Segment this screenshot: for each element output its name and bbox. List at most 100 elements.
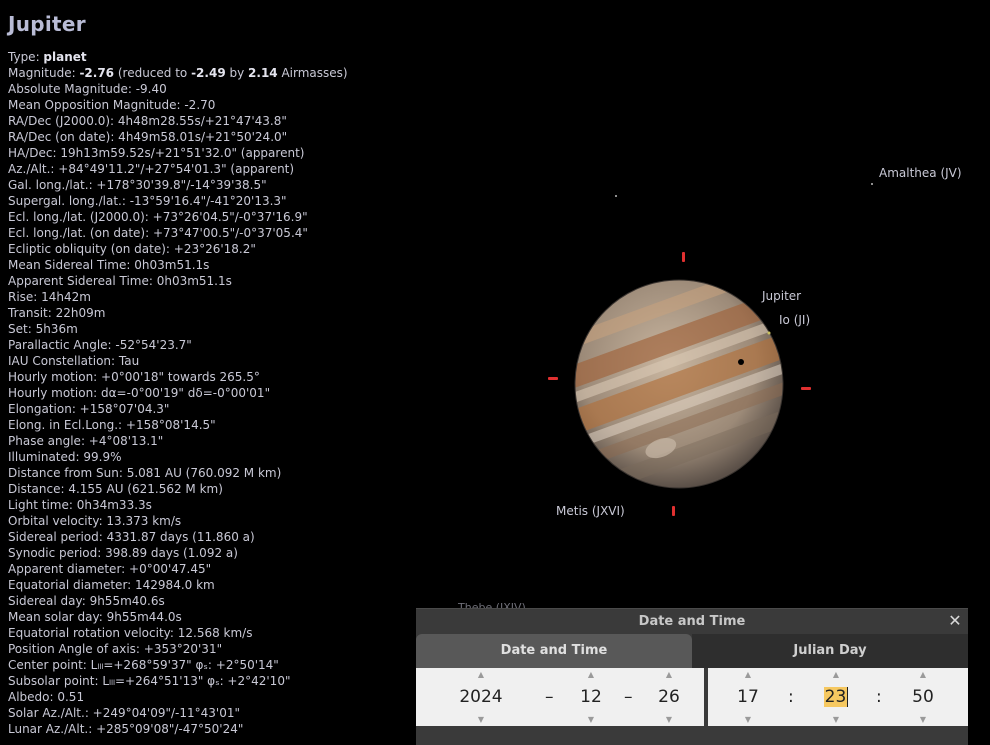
info-key: Mean solar day: 9h55m44.0s: [8, 610, 182, 624]
info-key: Phase angle: +4°08'13.1": [8, 434, 164, 448]
year-value[interactable]: 2024: [456, 687, 506, 707]
date-separator: –: [545, 687, 554, 707]
info-line: Rise: 14h42m: [8, 289, 348, 305]
info-key: Elong. in Ecl.Long.: +158°08'14.5": [8, 418, 216, 432]
info-key: Absolute Magnitude: -9.40: [8, 82, 167, 96]
info-line: Ecl. long./lat. (on date): +73°47'00.5"/…: [8, 225, 348, 241]
hour-spinbox[interactable]: ▲ 17 ▼: [723, 668, 773, 726]
info-value: -2.76: [79, 66, 115, 80]
info-line: Sidereal period: 4331.87 days (11.860 a): [8, 529, 348, 545]
info-line: Supergal. long./lat.: -13°59'16.4"/-41°2…: [8, 193, 348, 209]
io-point[interactable]: [767, 331, 771, 335]
chevron-down-icon[interactable]: ▼: [456, 715, 506, 725]
chevron-up-icon[interactable]: ▲: [898, 670, 948, 680]
info-line: IAU Constellation: Tau: [8, 353, 348, 369]
day-spinbox[interactable]: ▲ 26 ▼: [644, 668, 694, 726]
info-key: Type:: [8, 50, 44, 64]
chevron-down-icon[interactable]: ▼: [566, 715, 616, 725]
info-line: Lunar Az./Alt.: +285°09'08"/-47°50'24": [8, 721, 348, 737]
chevron-down-icon[interactable]: ▼: [723, 715, 773, 725]
chevron-up-icon[interactable]: ▲: [723, 670, 773, 680]
info-key: Rise: 14h42m: [8, 290, 91, 304]
info-key: Center point: Lₗₗₗ=+268°59'37" φₛ: +2°50…: [8, 658, 279, 672]
info-line: Subsolar point: Lₗₗₗ=+264°51'13" φₛ: +2°…: [8, 673, 348, 689]
info-key: Lunar Az./Alt.: +285°09'08"/-47°50'24": [8, 722, 244, 736]
day-value[interactable]: 26: [644, 687, 694, 707]
close-icon[interactable]: ✕: [946, 612, 964, 630]
second-spinbox[interactable]: ▲ 50 ▼: [898, 668, 948, 726]
time-panel: ▲ 17 ▼ : ▲ 23 ▼ : ▲ 50 ▼: [708, 668, 968, 726]
info-line: Synodic period: 398.89 days (1.092 a): [8, 545, 348, 561]
time-separator: :: [876, 687, 882, 707]
info-text: (reduced to: [114, 66, 192, 80]
info-line: Sidereal day: 9h55m40.6s: [8, 593, 348, 609]
info-key: Gal. long./lat.: +178°30'39.8"/-14°39'38…: [8, 178, 267, 192]
chevron-up-icon[interactable]: ▲: [566, 670, 616, 680]
label-jupiter[interactable]: Jupiter: [762, 289, 801, 303]
info-line: Solar Az./Alt.: +249°04'09"/-11°43'01": [8, 705, 348, 721]
chevron-down-icon[interactable]: ▼: [898, 715, 948, 725]
info-key: Parallactic Angle: -52°54'23.7": [8, 338, 192, 352]
month-value[interactable]: 12: [566, 687, 616, 707]
info-key: Transit: 22h09m: [8, 306, 106, 320]
minute-selected-text[interactable]: 23: [823, 687, 849, 707]
info-line: Phase angle: +4°08'13.1": [8, 433, 348, 449]
chevron-down-icon[interactable]: ▼: [644, 715, 694, 725]
info-key: Solar Az./Alt.: +249°04'09"/-11°43'01": [8, 706, 240, 720]
info-key: Albedo: 0.51: [8, 690, 85, 704]
info-key: Elongation: +158°07'04.3": [8, 402, 170, 416]
info-line: Center point: Lₗₗₗ=+268°59'37" φₛ: +2°50…: [8, 657, 348, 673]
dialog-title: Date and Time: [638, 614, 746, 629]
info-key: RA/Dec (J2000.0): 4h48m28.55s/+21°47'43.…: [8, 114, 287, 128]
minute-value[interactable]: 23: [811, 687, 861, 707]
star-point[interactable]: [615, 195, 617, 197]
info-line: Transit: 22h09m: [8, 305, 348, 321]
minute-spinbox[interactable]: ▲ 23 ▼: [811, 668, 861, 726]
info-line: Apparent diameter: +0°00'47.45": [8, 561, 348, 577]
hour-value[interactable]: 17: [723, 687, 773, 707]
info-key: RA/Dec (on date): 4h49m58.01s/+21°50'24.…: [8, 130, 288, 144]
info-key: Apparent Sidereal Time: 0h03m51.1s: [8, 274, 232, 288]
label-io[interactable]: Io (JI): [779, 313, 810, 327]
info-line: Elong. in Ecl.Long.: +158°08'14.5": [8, 417, 348, 433]
month-spinbox[interactable]: ▲ 12 ▼: [566, 668, 616, 726]
label-amalthea[interactable]: Amalthea (JV): [879, 166, 962, 180]
chevron-up-icon[interactable]: ▲: [811, 670, 861, 680]
info-line: Hourly motion: dα=-0°00'19" dδ=-0°00'01": [8, 385, 348, 401]
info-key: IAU Constellation: Tau: [8, 354, 140, 368]
second-value[interactable]: 50: [898, 687, 948, 707]
info-key: Set: 5h36m: [8, 322, 78, 336]
chevron-down-icon[interactable]: ▼: [811, 715, 861, 725]
chevron-up-icon[interactable]: ▲: [644, 670, 694, 680]
info-text: Airmasses): [277, 66, 348, 80]
info-line: Gal. long./lat.: +178°30'39.8"/-14°39'38…: [8, 177, 348, 193]
info-key: Mean Sidereal Time: 0h03m51.1s: [8, 258, 210, 272]
info-line: Type: planet: [8, 49, 348, 65]
info-line: Position Angle of axis: +353°20'31": [8, 641, 348, 657]
info-line: Hourly motion: +0°00'18" towards 265.5°: [8, 369, 348, 385]
info-line: Equatorial rotation velocity: 12.568 km/…: [8, 625, 348, 641]
info-key: Mean Opposition Magnitude: -2.70: [8, 98, 216, 112]
info-line: Mean Opposition Magnitude: -2.70: [8, 97, 348, 113]
date-panel: ▲ 2024 ▼ – ▲ 12 ▼ – ▲ 26 ▼: [416, 668, 704, 726]
info-key: HA/Dec: 19h13m59.52s/+21°51'32.0" (appar…: [8, 146, 305, 160]
tab-julian-day[interactable]: Julian Day: [692, 634, 968, 668]
label-metis[interactable]: Metis (JXVI): [556, 504, 625, 518]
year-spinbox[interactable]: ▲ 2024 ▼: [456, 668, 506, 726]
chevron-up-icon[interactable]: ▲: [456, 670, 506, 680]
tab-date-and-time[interactable]: Date and Time: [416, 634, 692, 668]
info-line: Az./Alt.: +84°49'11.2"/+27°54'01.3" (app…: [8, 161, 348, 177]
info-key: Ecl. long./lat. (J2000.0): +73°26'04.5"/…: [8, 210, 308, 224]
object-title: Jupiter: [8, 12, 86, 36]
info-line: Distance from Sun: 5.081 AU (760.092 M k…: [8, 465, 348, 481]
info-value: -2.49: [191, 66, 226, 80]
info-key: Sidereal day: 9h55m40.6s: [8, 594, 165, 608]
info-line: Parallactic Angle: -52°54'23.7": [8, 337, 348, 353]
info-line: RA/Dec (J2000.0): 4h48m28.55s/+21°47'43.…: [8, 113, 348, 129]
info-line: Apparent Sidereal Time: 0h03m51.1s: [8, 273, 348, 289]
date-separator: –: [624, 687, 633, 707]
info-key: Hourly motion: +0°00'18" towards 265.5°: [8, 370, 260, 384]
amalthea-point[interactable]: [871, 183, 873, 185]
info-key: Equatorial diameter: 142984.0 km: [8, 578, 215, 592]
info-text: by: [225, 66, 249, 80]
